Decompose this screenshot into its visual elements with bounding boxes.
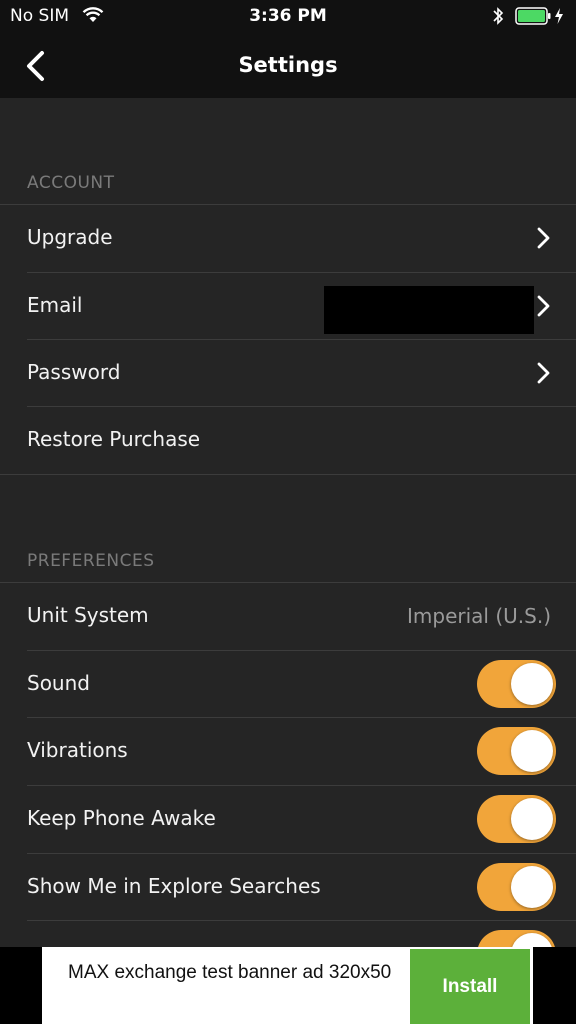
sound-row: Sound — [0, 650, 576, 717]
email-label: Email — [27, 293, 83, 317]
password-label: Password — [27, 360, 121, 384]
divider — [27, 272, 576, 273]
status-bar: No SIM 3:36 PM — [0, 0, 576, 34]
divider — [27, 785, 576, 786]
password-row[interactable]: Password — [0, 339, 576, 406]
ad-area: MAX exchange test banner ad 320x50 Insta… — [0, 947, 576, 1024]
settings-screen: No SIM 3:36 PM Settings ACCOUNT Upgrade — [0, 0, 576, 1024]
show-in-explore-toggle[interactable] — [477, 863, 556, 911]
divider — [27, 650, 576, 651]
keep-phone-awake-row: Keep Phone Awake — [0, 785, 576, 852]
upgrade-row[interactable]: Upgrade — [0, 204, 576, 271]
show-in-explore-label: Show Me in Explore Searches — [27, 874, 321, 898]
toggle-knob — [511, 798, 553, 840]
toggle-knob — [511, 730, 553, 772]
unit-system-row[interactable]: Unit System Imperial (U.S.) — [0, 582, 576, 649]
toggle-knob — [511, 663, 553, 705]
page-title: Settings — [238, 53, 338, 77]
restore-purchase-row[interactable]: Restore Purchase — [0, 406, 576, 473]
ad-text: MAX exchange test banner ad 320x50 — [68, 962, 392, 983]
navigation-bar: Settings — [0, 34, 576, 98]
divider — [27, 406, 576, 407]
preferences-section-header: PREFERENCES — [27, 551, 155, 571]
bluetooth-icon — [493, 7, 504, 25]
ad-banner[interactable]: MAX exchange test banner ad 320x50 Insta… — [42, 947, 533, 1024]
keep-phone-awake-toggle[interactable] — [477, 795, 556, 843]
divider — [27, 920, 576, 921]
unit-system-value: Imperial (U.S.) — [407, 604, 551, 628]
unit-system-label: Unit System — [27, 603, 149, 627]
divider — [27, 853, 576, 854]
toggle-knob — [511, 866, 553, 908]
vibrations-label: Vibrations — [27, 738, 128, 762]
show-in-explore-row: Show Me in Explore Searches — [0, 853, 576, 920]
divider — [27, 339, 576, 340]
redacted-email-value — [324, 286, 534, 334]
sound-label: Sound — [27, 671, 90, 695]
install-button[interactable]: Install — [410, 949, 530, 1024]
charging-icon — [555, 8, 563, 24]
restore-purchase-label: Restore Purchase — [27, 427, 201, 451]
vibrations-toggle[interactable] — [477, 727, 556, 775]
chevron-right-icon — [537, 362, 550, 384]
upgrade-label: Upgrade — [27, 225, 113, 249]
divider — [0, 204, 576, 205]
status-time: 3:36 PM — [249, 6, 327, 26]
vibrations-row: Vibrations — [0, 717, 576, 784]
account-section-header: ACCOUNT — [27, 173, 115, 193]
divider — [0, 582, 576, 583]
divider — [0, 474, 576, 475]
keep-phone-awake-label: Keep Phone Awake — [27, 806, 216, 830]
divider — [27, 717, 576, 718]
chevron-right-icon — [537, 295, 550, 317]
chevron-right-icon — [537, 227, 550, 249]
battery-icon — [515, 7, 551, 25]
sound-toggle[interactable] — [477, 660, 556, 708]
email-row[interactable]: Email — [0, 272, 576, 339]
